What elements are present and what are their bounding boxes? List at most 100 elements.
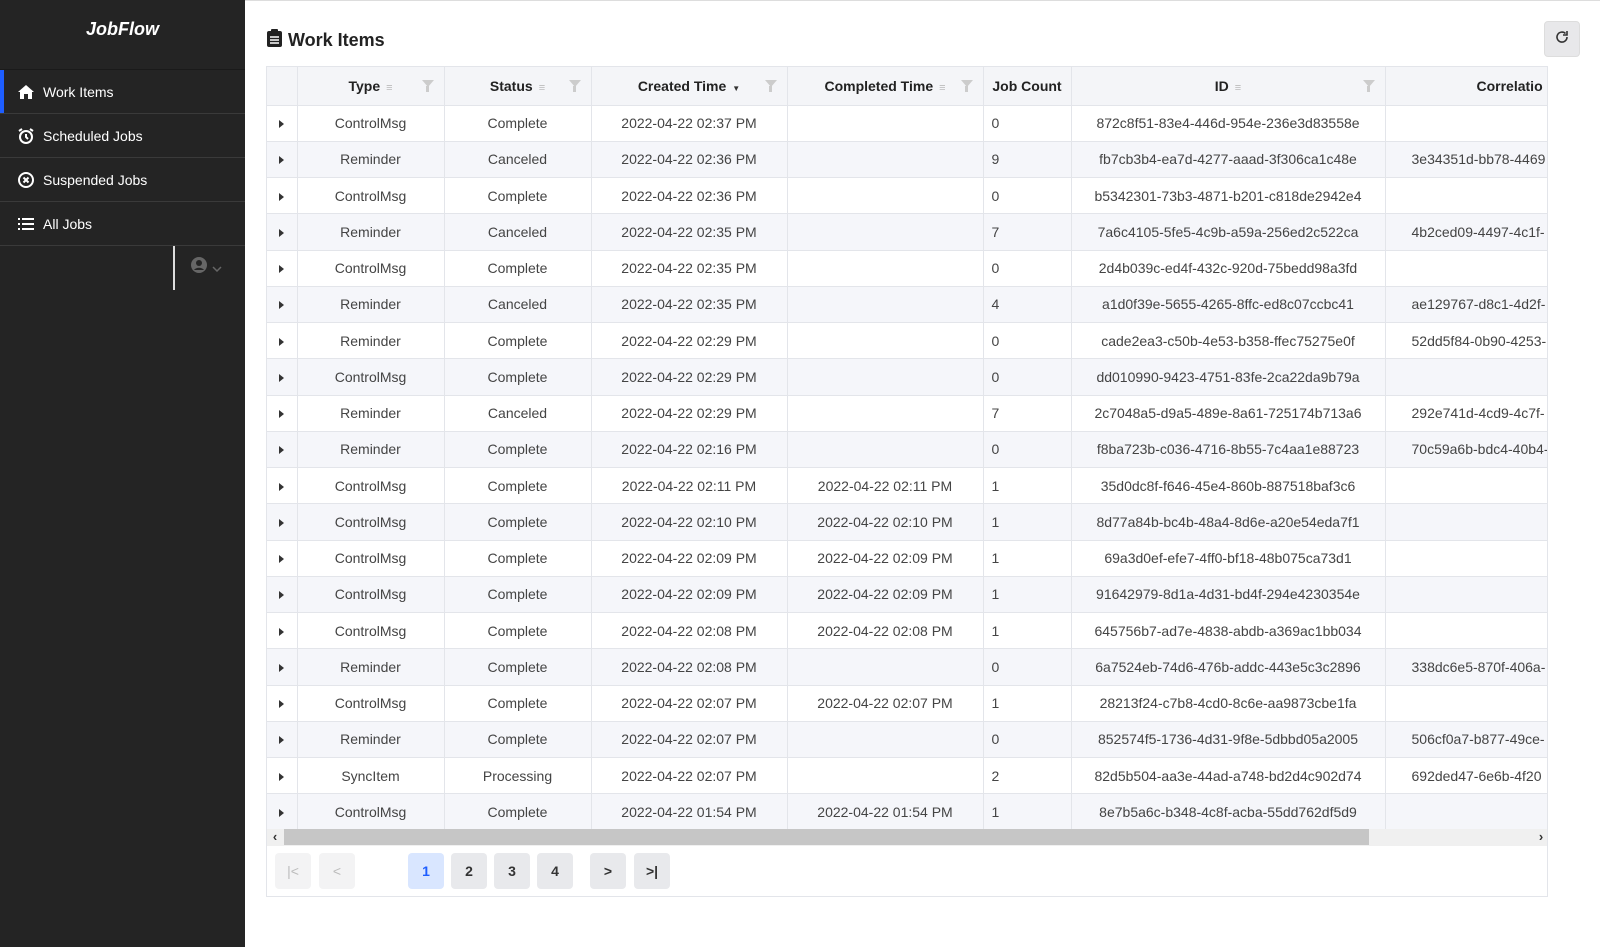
column-header-job-count[interactable]: Job Count: [983, 67, 1072, 106]
expand-row-button[interactable]: [267, 576, 298, 614]
page-button-4[interactable]: 4: [537, 853, 573, 889]
column-header-created-time[interactable]: Created Time ▼: [591, 67, 788, 106]
type-cell: ControlMsg: [297, 105, 445, 142]
sort-icon[interactable]: ≡: [539, 82, 545, 94]
expand-row-button[interactable]: [267, 648, 298, 686]
filter-icon[interactable]: [960, 80, 973, 92]
sort-desc-icon[interactable]: ▼: [732, 84, 740, 93]
sort-icon[interactable]: ≡: [386, 82, 392, 94]
page-button-3[interactable]: 3: [494, 853, 530, 889]
page-button-1[interactable]: 1: [408, 853, 444, 889]
sort-icon[interactable]: ≡: [939, 82, 945, 94]
expand-row-button[interactable]: [267, 358, 298, 396]
page-button-2[interactable]: 2: [451, 853, 487, 889]
expand-row-button[interactable]: [267, 467, 298, 505]
scrollbar-thumb[interactable]: [284, 829, 1369, 845]
table-row[interactable]: ControlMsg Complete 2022-04-22 02:10 PM 202…: [267, 503, 1547, 541]
status-cell: Complete: [444, 177, 592, 215]
type-cell: Reminder: [297, 213, 445, 251]
table-row[interactable]: ControlMsg Complete 2022-04-22 02:08 PM 202…: [267, 612, 1547, 650]
table-row[interactable]: ControlMsg Complete 2022-04-22 02:11 PM 202…: [267, 467, 1547, 505]
table-row[interactable]: ControlMsg Complete 2022-04-22 02:29 PM 0 dd…: [267, 358, 1547, 396]
scroll-left-icon[interactable]: ‹: [268, 829, 282, 844]
table-row[interactable]: ControlMsg Complete 2022-04-22 02:37 PM 0 87…: [267, 105, 1547, 142]
sort-icon[interactable]: ≡: [1235, 82, 1241, 94]
expand-row-button[interactable]: [267, 612, 298, 650]
table-row[interactable]: ControlMsg Complete 2022-04-22 02:35 PM 0 2d…: [267, 250, 1547, 287]
table-row[interactable]: Reminder Canceled 2022-04-22 02:35 PM 4 a1d0…: [267, 286, 1547, 324]
id-cell: 6a7524eb-74d6-476b-addc-443e5c3c2896: [1071, 648, 1386, 686]
filter-icon[interactable]: [421, 80, 434, 92]
expand-row-button[interactable]: [267, 141, 298, 179]
expand-row-button[interactable]: [267, 540, 298, 577]
sidebar-item-label: All Jobs: [43, 215, 93, 232]
column-header-type[interactable]: Type ≡: [297, 67, 445, 106]
column-label: Status: [489, 77, 533, 94]
table-row[interactable]: Reminder Complete 2022-04-22 02:29 PM 0 cade…: [267, 322, 1547, 360]
column-label: Job Count: [992, 77, 1062, 94]
created-time-cell: 2022-04-22 02:35 PM: [591, 213, 788, 251]
next-page-button[interactable]: >: [590, 853, 626, 889]
column-header-status[interactable]: Status ≡: [444, 67, 592, 106]
table-row[interactable]: Reminder Canceled 2022-04-22 02:29 PM 7 2c70…: [267, 395, 1547, 432]
table-row[interactable]: Reminder Canceled 2022-04-22 02:35 PM 7 7a6c…: [267, 213, 1547, 251]
expand-row-button[interactable]: [267, 286, 298, 324]
created-time-cell: 2022-04-22 02:07 PM: [591, 721, 788, 759]
expand-row-button[interactable]: [267, 793, 298, 831]
expand-row-button[interactable]: [267, 503, 298, 541]
last-page-button[interactable]: >|: [634, 853, 670, 889]
caret-right-icon: [279, 410, 285, 419]
table-row[interactable]: Reminder Complete 2022-04-22 02:07 PM 0 8525…: [267, 721, 1547, 759]
column-label: Completed Time: [824, 77, 934, 94]
filter-icon[interactable]: [764, 80, 777, 92]
sidebar-item-suspended-jobs[interactable]: Suspended Jobs: [0, 158, 245, 202]
table-row[interactable]: ControlMsg Complete 2022-04-22 02:09 PM 202…: [267, 540, 1547, 577]
completed-time-cell: [787, 358, 984, 396]
user-menu-button[interactable]: [190, 256, 222, 279]
table-row[interactable]: Reminder Complete 2022-04-22 02:16 PM 0 f8ba…: [267, 431, 1547, 469]
table-row[interactable]: ControlMsg Complete 2022-04-22 01:54 PM 202…: [267, 793, 1547, 831]
sidebar-item-label: Suspended Jobs: [43, 171, 148, 188]
scroll-right-icon[interactable]: ›: [1534, 829, 1547, 844]
table-row[interactable]: Reminder Canceled 2022-04-22 02:36 PM 9 fb7c…: [267, 141, 1547, 179]
expand-row-button[interactable]: [267, 685, 298, 722]
expand-row-button[interactable]: [267, 757, 298, 795]
job-count-cell: 0: [983, 358, 1072, 396]
table-row[interactable]: ControlMsg Complete 2022-04-22 02:36 PM 0 b5…: [267, 177, 1547, 215]
filter-icon[interactable]: [568, 80, 581, 92]
refresh-button[interactable]: [1544, 21, 1580, 57]
expand-row-button[interactable]: [267, 395, 298, 432]
correlation-cell: [1385, 467, 1547, 505]
column-label: Correlatio: [1476, 77, 1543, 94]
horizontal-scrollbar[interactable]: ‹ ›: [267, 829, 1547, 846]
sidebar-item-work-items[interactable]: Work Items: [0, 70, 245, 114]
id-cell: 8e7b5a6c-b348-4c8f-acba-55dd762df5d9: [1071, 793, 1386, 831]
correlation-cell: [1385, 576, 1547, 614]
caret-right-icon: [279, 446, 285, 455]
created-time-cell: 2022-04-22 02:37 PM: [591, 105, 788, 142]
correlation-cell: 338dc6e5-870f-406a-: [1385, 648, 1547, 686]
table-row[interactable]: ControlMsg Complete 2022-04-22 02:09 PM 202…: [267, 576, 1547, 614]
expand-row-button[interactable]: [267, 431, 298, 469]
expand-row-button[interactable]: [267, 250, 298, 287]
sidebar-item-scheduled-jobs[interactable]: Scheduled Jobs: [0, 114, 245, 158]
expand-row-button[interactable]: [267, 721, 298, 759]
id-cell: 872c8f51-83e4-446d-954e-236e3d83558e: [1071, 105, 1386, 142]
column-header-correlatio[interactable]: Correlatio: [1385, 67, 1547, 106]
table-row[interactable]: Reminder Complete 2022-04-22 02:08 PM 0 6a75…: [267, 648, 1547, 686]
column-header-id[interactable]: ID ≡: [1071, 67, 1386, 106]
created-time-cell: 2022-04-22 02:36 PM: [591, 141, 788, 179]
previous-page-button[interactable]: <: [319, 853, 355, 889]
table-row[interactable]: SyncItem Processing 2022-04-22 02:07 PM 2 82…: [267, 757, 1547, 795]
sidebar-item-all-jobs[interactable]: All Jobs: [0, 202, 245, 246]
column-header-completed-time[interactable]: Completed Time ≡: [787, 67, 984, 106]
expand-row-button[interactable]: [267, 322, 298, 360]
first-page-button[interactable]: |<: [275, 853, 311, 889]
completed-time-cell: [787, 141, 984, 179]
expand-row-button[interactable]: [267, 177, 298, 215]
filter-icon[interactable]: [1362, 80, 1375, 92]
expand-row-button[interactable]: [267, 105, 298, 142]
id-cell: cade2ea3-c50b-4e53-b358-ffec75275e0f: [1071, 322, 1386, 360]
expand-row-button[interactable]: [267, 213, 298, 251]
table-row[interactable]: ControlMsg Complete 2022-04-22 02:07 PM 202…: [267, 685, 1547, 722]
